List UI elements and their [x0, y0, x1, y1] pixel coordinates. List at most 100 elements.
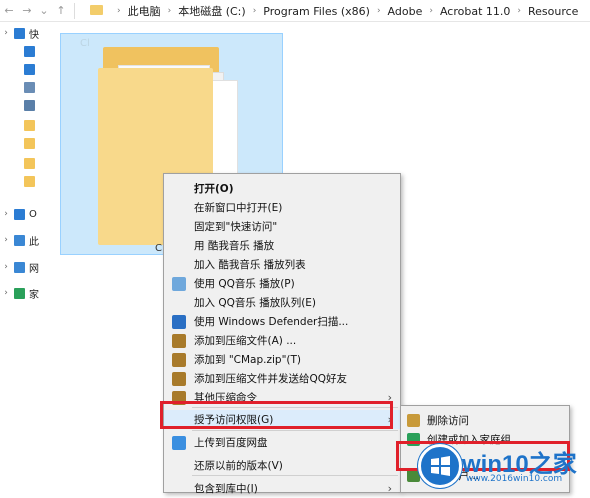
- nav-item[interactable]: [0, 78, 50, 96]
- chevron-right-icon: ›: [387, 482, 392, 495]
- nav-item[interactable]: [0, 42, 50, 60]
- nav-item[interactable]: [0, 116, 50, 134]
- breadcrumb: › 此电脑 › 本地磁盘 (C:) › Program Files (x86) › Adobe…: [110, 0, 578, 22]
- breadcrumb-item[interactable]: Resource: [528, 5, 578, 18]
- menu-item-label: 用 酷我音乐 播放: [194, 240, 275, 252]
- menu-item-label: 包含到库中(I): [194, 483, 258, 495]
- breadcrumb-separator-icon[interactable]: ›: [429, 6, 433, 16]
- lock-icon: [407, 414, 420, 427]
- menu-item[interactable]: 用 酷我音乐 播放: [164, 236, 400, 255]
- folder-icon: [24, 119, 35, 131]
- folder-icon: [24, 175, 35, 187]
- folder-icon: [24, 157, 35, 169]
- breadcrumb-separator-icon[interactable]: ›: [253, 6, 257, 16]
- menu-item-label: 使用 Windows Defender扫描...: [194, 316, 349, 328]
- folder-name-blurred: Cl: [80, 38, 90, 49]
- nav-item-label: 快: [29, 29, 39, 41]
- menu-item[interactable]: 上传到百度网盘: [164, 433, 400, 452]
- menu-item[interactable]: 加入 QQ音乐 播放队列(E): [164, 293, 400, 312]
- nav-item[interactable]: [0, 134, 50, 152]
- menu-item[interactable]: 固定到"快速访问": [164, 217, 400, 236]
- nav-item-label: O: [29, 208, 37, 220]
- nav-item[interactable]: [0, 60, 50, 78]
- nav-item-label: 家: [29, 289, 39, 301]
- nav-item-label: 网: [29, 263, 39, 275]
- expand-chevron-icon[interactable]: ›: [0, 28, 12, 38]
- menu-item[interactable]: 使用 QQ音乐 播放(P): [164, 274, 400, 293]
- navigation-pane: › 快 › O › 此 › 网 › 家: [0, 22, 50, 493]
- download-icon: [24, 63, 35, 75]
- menu-item-label: 添加到压缩文件(A) ...: [194, 335, 297, 347]
- menu-item-label: 使用 QQ音乐 播放(P): [194, 278, 295, 290]
- menu-separator: [192, 475, 398, 476]
- menu-item[interactable]: 还原以前的版本(V): [164, 456, 400, 475]
- nav-item-label: 此: [29, 236, 39, 248]
- cloud-icon: [14, 208, 25, 220]
- star-icon: [14, 27, 25, 39]
- forward-icon[interactable]: →: [18, 0, 36, 22]
- nav-item[interactable]: › 家: [0, 284, 50, 302]
- menu-item[interactable]: 添加到压缩文件并发送给QQ好友: [164, 369, 400, 388]
- expand-chevron-icon[interactable]: ›: [0, 288, 12, 298]
- menu-item-label: 加入 酷我音乐 播放列表: [194, 259, 306, 271]
- menu-item[interactable]: 使用 Windows Defender扫描...: [164, 312, 400, 331]
- breadcrumb-separator-icon[interactable]: ›: [377, 6, 381, 16]
- qqmusic-icon: [172, 276, 186, 291]
- nav-item[interactable]: › 快: [0, 24, 50, 42]
- watermark: win10之家 www.2016win10.com: [418, 442, 586, 490]
- menu-item[interactable]: 包含到库中(I) ›: [164, 479, 400, 498]
- nav-item[interactable]: [0, 154, 50, 172]
- expand-chevron-icon[interactable]: ›: [0, 209, 12, 219]
- menu-item-label: 固定到"快速访问": [194, 221, 278, 233]
- breadcrumb-separator-icon[interactable]: ›: [168, 6, 172, 16]
- breadcrumb-item[interactable]: Adobe: [388, 5, 423, 18]
- breadcrumb-separator-icon[interactable]: ›: [117, 6, 121, 16]
- highlight-grant-access: [160, 401, 393, 429]
- menu-item-label: 添加到 "CMap.zip"(T): [194, 354, 302, 366]
- breadcrumb-item[interactable]: Acrobat 11.0: [440, 5, 510, 18]
- picture-icon: [24, 99, 35, 111]
- menu-item[interactable]: 打开(O): [164, 179, 400, 198]
- breadcrumb-item[interactable]: Program Files (x86): [263, 5, 370, 18]
- menu-item-label: 在新窗口中打开(E): [194, 202, 283, 214]
- defender-icon: [172, 314, 186, 329]
- submenu-item-label: 删除访问: [427, 415, 469, 427]
- breadcrumb-item[interactable]: 此电脑: [128, 3, 161, 19]
- menu-item-label: 加入 QQ音乐 播放队列(E): [194, 297, 317, 309]
- nav-item[interactable]: › 此: [0, 231, 50, 249]
- baidu-icon: [172, 435, 186, 450]
- computer-icon: [14, 234, 25, 246]
- back-icon[interactable]: ←: [0, 0, 18, 22]
- network-icon: [14, 261, 25, 273]
- expand-chevron-icon[interactable]: ›: [0, 235, 12, 245]
- up-icon[interactable]: ↑: [52, 0, 70, 22]
- menu-item[interactable]: 添加到 "CMap.zip"(T): [164, 350, 400, 369]
- menu-separator: [192, 430, 398, 431]
- desktop-icon: [24, 45, 35, 57]
- menu-item-label: 添加到压缩文件并发送给QQ好友: [194, 373, 348, 385]
- folder-icon: [24, 137, 35, 149]
- menu-item[interactable]: 添加到压缩文件(A) ...: [164, 331, 400, 350]
- nav-item[interactable]: [0, 96, 50, 114]
- menu-item-label: 还原以前的版本(V): [194, 460, 283, 472]
- folder-icon: [90, 5, 103, 15]
- archive-icon: [172, 371, 186, 386]
- document-icon: [24, 81, 35, 93]
- expand-chevron-icon[interactable]: ›: [0, 262, 12, 272]
- watermark-url: www.2016win10.com: [466, 474, 563, 484]
- nav-item[interactable]: › 网: [0, 258, 50, 276]
- win10-logo-icon: [418, 444, 462, 488]
- folder-label: C: [155, 243, 162, 254]
- submenu-item[interactable]: 删除访问: [401, 411, 569, 430]
- breadcrumb-item[interactable]: 本地磁盘 (C:): [178, 3, 245, 19]
- menu-item-label: 打开(O): [194, 183, 234, 195]
- homegroup-icon: [14, 287, 25, 299]
- archive-icon: [172, 333, 186, 348]
- nav-item[interactable]: [0, 172, 50, 190]
- breadcrumb-separator-icon[interactable]: ›: [517, 6, 521, 16]
- chevron-down-icon[interactable]: ⌄: [36, 0, 52, 22]
- menu-item[interactable]: 加入 酷我音乐 播放列表: [164, 255, 400, 274]
- menu-item[interactable]: 在新窗口中打开(E): [164, 198, 400, 217]
- archive-icon: [172, 352, 186, 367]
- nav-item[interactable]: › O: [0, 205, 50, 223]
